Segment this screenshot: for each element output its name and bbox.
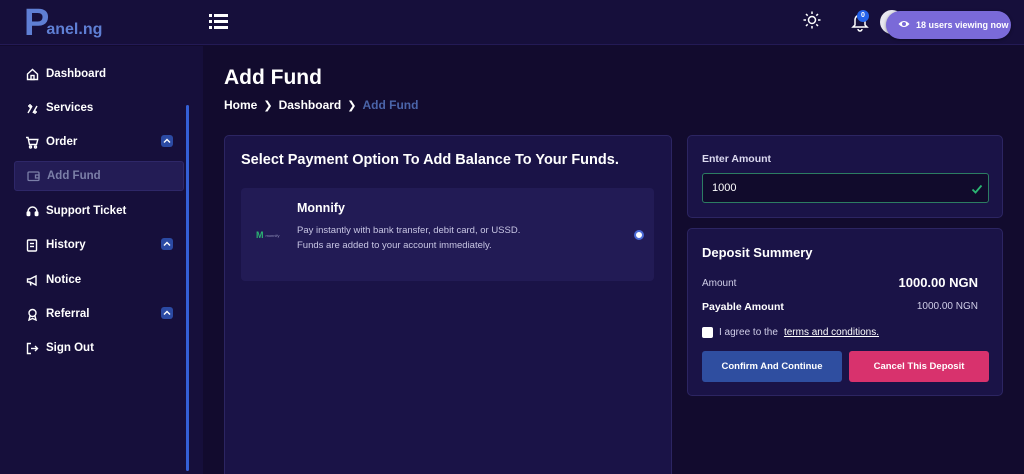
sidebar-item-sign-out[interactable]: Sign Out [14,333,184,363]
menu-toggle-icon[interactable] [209,12,229,30]
sidebar-item-label: History [46,239,86,251]
monnify-logo: M monnify [256,230,280,240]
breadcrumb-current: Add Fund [362,98,419,112]
chevron-right-icon: ❯ [347,99,357,112]
logo[interactable]: P anel.ng [24,2,102,42]
sidebar-item-label: Services [46,102,94,114]
users-viewing-text: 18 users viewing now [916,20,1009,30]
sidebar-item-services[interactable]: Services [14,93,184,123]
chevron-up-icon[interactable] [161,135,173,147]
chevron-right-icon: ❯ [263,99,273,112]
page-title: Add Fund [224,66,322,89]
chevron-up-icon[interactable] [161,238,173,250]
payment-method-monnify[interactable]: M monnify Monnify Pay instantly with ban… [241,188,654,281]
sidebar-item-add-fund[interactable]: Add Fund [14,161,184,191]
terms-agreement: I agree to the terms and conditions. [702,327,879,338]
payable-amount-label: Payable Amount [702,301,784,313]
amount-row-value: 1000.00 NGN [898,275,979,290]
payment-method-description: Pay instantly with bank transfer, debit … [297,225,521,251]
headset-icon [25,204,39,218]
sidebar-item-order[interactable]: Order [14,127,184,157]
cart-icon [25,135,39,149]
sidebar-item-label: Referral [46,308,90,320]
check-icon [971,182,983,194]
deposit-summary-card: Deposit Summery Amount 1000.00 NGN Payab… [687,228,1003,396]
amount-card: Enter Amount [687,135,1003,218]
terms-link[interactable]: terms and conditions. [784,327,879,338]
payment-options-heading: Select Payment Option To Add Balance To … [241,152,619,168]
monnify-logo-text: monnify [265,232,280,238]
theme-toggle-sun-icon[interactable] [802,10,822,30]
chevron-up-icon[interactable] [161,307,173,319]
sidebar-item-label: Add Fund [47,170,101,182]
terms-prefix-text: I agree to the [719,327,778,338]
breadcrumb: Home ❯ Dashboard ❯ Add Fund [224,98,418,112]
payment-method-name: Monnify [297,201,345,215]
sidebar-item-history[interactable]: History [14,230,184,260]
terms-checkbox[interactable] [702,327,713,338]
eye-icon [898,19,910,31]
history-icon [25,238,39,252]
payment-options-card: Select Payment Option To Add Balance To … [224,135,672,474]
sidebar-item-label: Support Ticket [46,205,127,217]
sidebar-item-label: Sign Out [46,342,94,354]
logo-text: anel.ng [46,21,103,38]
payable-amount-value: 1000.00 NGN [916,301,978,312]
top-bar: P anel.ng 0 18 users viewing now [0,0,1024,45]
users-viewing-badge: 18 users viewing now [886,11,1011,39]
megaphone-icon [25,273,39,287]
home-icon [25,67,39,81]
sidebar-item-dashboard[interactable]: Dashboard [14,59,184,89]
referral-icon [25,307,39,321]
monnify-logo-mark: M [256,230,264,240]
breadcrumb-dashboard[interactable]: Dashboard [279,98,342,112]
cancel-deposit-button[interactable]: Cancel This Deposit [849,351,989,382]
breadcrumb-home[interactable]: Home [224,98,257,112]
payment-method-radio[interactable] [634,230,644,240]
sidebar-item-label: Dashboard [46,68,107,80]
sidebar-scrollbar[interactable] [186,105,189,471]
deposit-summary-title: Deposit Summery [702,245,813,260]
confirm-continue-button[interactable]: Confirm And Continue [702,351,842,382]
sidebar-item-notice[interactable]: Notice [14,265,184,295]
sidebar-item-label: Order [46,136,78,148]
notification-count-badge: 0 [857,10,869,22]
amount-label: Enter Amount [702,153,772,165]
sidebar-item-label: Notice [46,274,82,286]
sidebar-item-referral[interactable]: Referral [14,299,184,329]
amount-input[interactable] [702,173,989,203]
services-icon [25,101,39,115]
sign-out-icon [25,341,39,355]
sidebar-item-support-ticket[interactable]: Support Ticket [14,196,184,226]
amount-row-label: Amount [702,278,737,289]
wallet-icon [26,169,40,183]
